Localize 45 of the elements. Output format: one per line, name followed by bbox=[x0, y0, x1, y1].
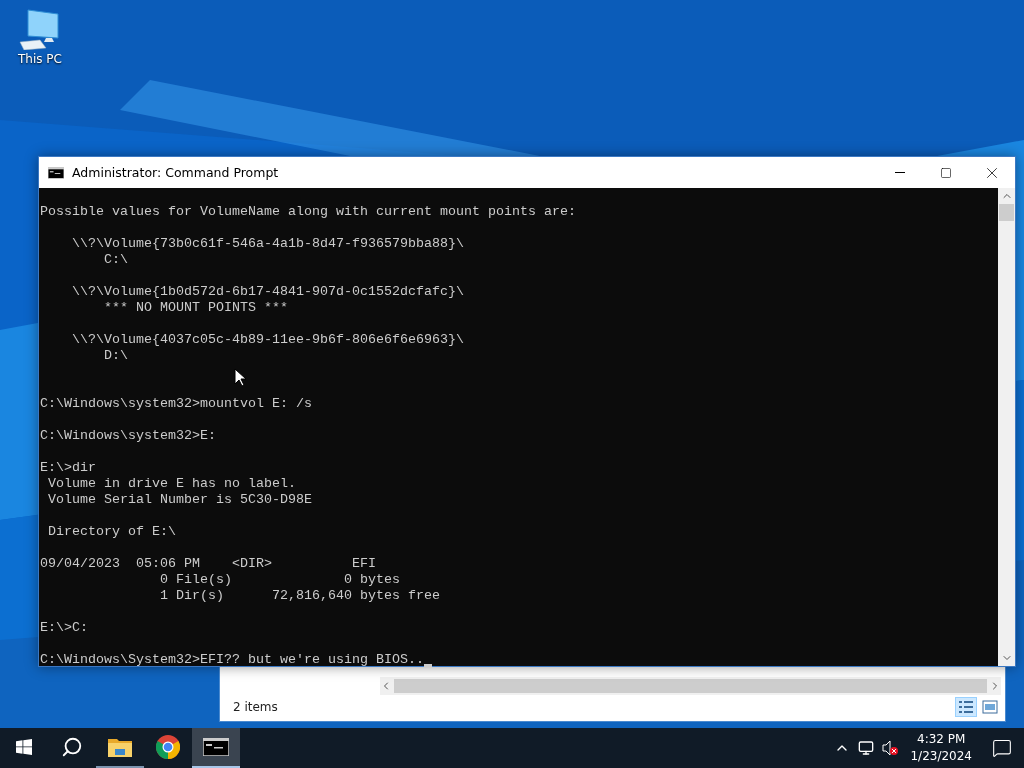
command-line: C:\Windows\system32>mountvol E: /s bbox=[40, 396, 312, 412]
desktop-icon-label[interactable]: This PC bbox=[18, 52, 62, 66]
output-line: \\?\Volume{4037c05c-4b89-11ee-9b6f-806e6f6e6963}\ bbox=[71, 332, 464, 348]
computer-icon[interactable] bbox=[18, 8, 62, 50]
mouse-pointer-icon bbox=[234, 368, 246, 387]
taskbar-app-button[interactable] bbox=[192, 728, 240, 768]
chrome-icon bbox=[156, 735, 180, 759]
text-cursor bbox=[423, 664, 432, 667]
scrollbar-thumb[interactable] bbox=[999, 204, 1014, 221]
view-button[interactable] bbox=[955, 697, 977, 717]
windows-logo-icon bbox=[16, 739, 32, 755]
output-line: Possible values for VolumeName along with current mount points are: bbox=[40, 204, 576, 220]
folder-icon bbox=[108, 737, 132, 757]
view-button[interactable] bbox=[979, 697, 1001, 717]
details-view-icon bbox=[958, 700, 974, 714]
terminal-icon bbox=[48, 166, 64, 179]
minimize-icon bbox=[895, 172, 905, 173]
terminal-icon bbox=[203, 738, 229, 756]
command-line: E:\>C: bbox=[40, 620, 88, 636]
vertical-scrollbar[interactable] bbox=[998, 188, 1015, 666]
output-line: 0 File(s) 0 bytes bbox=[158, 572, 400, 588]
search-icon bbox=[61, 736, 83, 758]
command-line: E:\>dir bbox=[40, 460, 96, 476]
command-line: C:\Windows\System32>EFI?? but we're using BIOS.. bbox=[40, 652, 424, 668]
clock[interactable]: 4:32 PM 1/23/2024 bbox=[902, 731, 980, 765]
preview-view-icon bbox=[982, 700, 998, 714]
output-line: C:\ bbox=[103, 252, 128, 268]
speech-bubble-icon bbox=[992, 738, 1012, 758]
item-count: 2 items bbox=[233, 700, 278, 714]
horizontal-scrollbar[interactable] bbox=[380, 677, 1001, 695]
output-line: 1 Dir(s) 72,816,640 bytes free bbox=[158, 588, 440, 604]
output-line: \\?\Volume{73b0c61f-546a-4a1b-8d47-f936579bba88}\ bbox=[71, 236, 464, 252]
output-line: \\?\Volume{1b0d572d-6b17-4841-907d-0c1552dcfafc}\ bbox=[71, 284, 464, 300]
output-line: Volume Serial Number is 5C30-D98E bbox=[47, 492, 312, 508]
clock-date: 1/23/2024 bbox=[910, 748, 972, 765]
output-line: Directory of E:\ bbox=[47, 524, 176, 540]
window-title: Administrator: Command Prompt bbox=[72, 165, 280, 180]
clock-time: 4:32 PM bbox=[917, 731, 966, 748]
output-line: D:\ bbox=[103, 348, 128, 364]
scrollbar-thumb[interactable] bbox=[394, 679, 987, 693]
output-line: *** NO MOUNT POINTS *** bbox=[103, 300, 288, 316]
output-line: Volume in drive E has no label. bbox=[47, 476, 296, 492]
output-line: 09/04/2023 05:06 PM <DIR> EFI bbox=[40, 556, 376, 572]
maximize-icon bbox=[940, 166, 952, 179]
command-line: C:\Windows\system32>E: bbox=[40, 428, 216, 444]
